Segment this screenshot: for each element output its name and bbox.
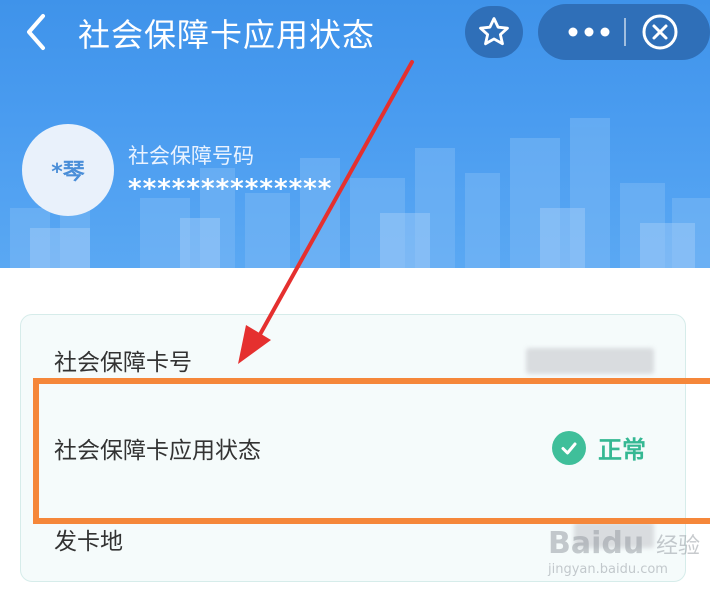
close-circle-icon: [642, 14, 678, 50]
watermark-text: 经验: [656, 534, 701, 559]
social-security-number-value: **************: [128, 174, 333, 204]
chevron-left-icon: [27, 14, 45, 50]
issuing-place-label: 发卡地: [54, 529, 123, 555]
card-number-value-blurred: [526, 348, 654, 374]
highlight-annotation-box: [33, 378, 710, 524]
baidu-jingyan-watermark: Baidu 经验 jingyan.baidu.com: [538, 518, 708, 596]
more-button[interactable]: [554, 4, 624, 60]
page-title: 社会保障卡应用状态: [78, 16, 376, 54]
social-security-number-label: 社会保障号码: [128, 144, 254, 168]
header-banner: 社会保障卡应用状态 *琴 社会保障号码 **************: [0, 0, 710, 268]
more-icon: [568, 27, 610, 37]
watermark-url: jingyan.baidu.com: [548, 562, 668, 577]
miniprogram-capsule: [538, 4, 710, 60]
back-button[interactable]: [16, 12, 56, 52]
favorite-button[interactable]: [465, 6, 523, 58]
close-button[interactable]: [638, 12, 682, 52]
capsule-divider: [624, 18, 626, 46]
star-icon: [479, 17, 509, 46]
card-number-label: 社会保障卡号: [54, 350, 192, 376]
watermark-logo: Baidu: [548, 526, 645, 561]
avatar: *琴: [22, 124, 114, 216]
